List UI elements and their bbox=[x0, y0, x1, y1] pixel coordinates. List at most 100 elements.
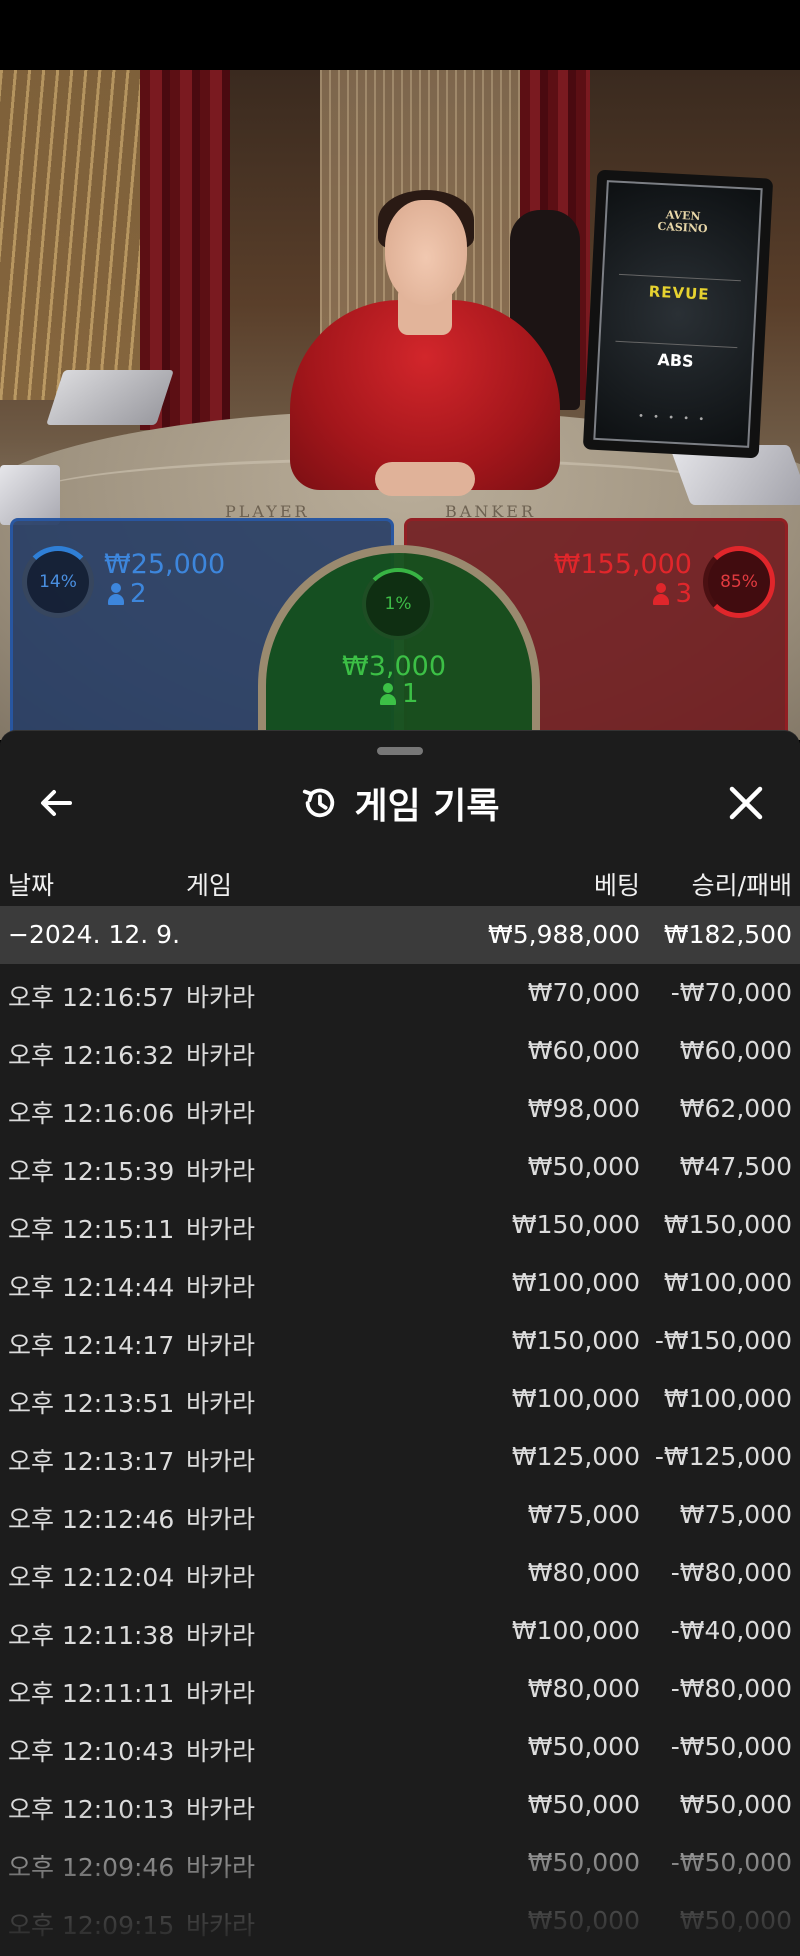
banker-count-value: 3 bbox=[675, 579, 692, 609]
history-row[interactable]: 오후 12:12:46 바카라 ₩75,000 ₩75,000 bbox=[0, 1486, 800, 1544]
history-row[interactable]: 오후 12:14:44 바카라 ₩100,000 ₩100,000 bbox=[0, 1254, 800, 1312]
sheet-drag-handle[interactable] bbox=[377, 747, 423, 755]
row-bet: ₩50,000 bbox=[527, 1790, 640, 1819]
history-list[interactable]: −2024. 12. 9. ₩5,988,000 ₩182,500 오후 12:… bbox=[0, 906, 800, 1950]
row-bet: ₩150,000 bbox=[511, 1210, 640, 1239]
sheet-header: 게임 기록 bbox=[0, 775, 800, 831]
row-bet: ₩80,000 bbox=[527, 1674, 640, 1703]
row-result: -₩50,000 bbox=[670, 1732, 792, 1761]
table-monitor: AVEN CASINO REVUE ABS • • • • • bbox=[582, 169, 774, 459]
row-result: -₩50,000 bbox=[670, 1848, 792, 1877]
history-row[interactable]: 오후 12:16:57 바카라 ₩70,000 -₩70,000 bbox=[0, 964, 800, 1022]
player-percent-ring: 14% bbox=[22, 546, 94, 618]
history-row[interactable]: 오후 12:11:11 바카라 ₩80,000 -₩80,000 bbox=[0, 1660, 800, 1718]
row-game: 바카라 bbox=[186, 1737, 256, 1766]
history-row[interactable]: 오후 12:09:15 바카라 ₩50,000 ₩50,000 bbox=[0, 1892, 800, 1950]
history-row[interactable]: 오후 12:11:38 바카라 ₩100,000 -₩40,000 bbox=[0, 1602, 800, 1660]
tie-bettor-count: 1 bbox=[380, 680, 419, 708]
row-result: ₩100,000 bbox=[663, 1384, 792, 1413]
row-bet: ₩50,000 bbox=[527, 1152, 640, 1181]
history-row[interactable]: 오후 12:10:43 바카라 ₩50,000 -₩50,000 bbox=[0, 1718, 800, 1776]
row-bet: ₩100,000 bbox=[511, 1616, 640, 1645]
row-result: ₩47,500 bbox=[679, 1152, 792, 1181]
row-time: 오후 12:13:51 bbox=[8, 1389, 175, 1418]
group-date: −2024. 12. 9. bbox=[8, 920, 181, 949]
person-icon bbox=[380, 683, 396, 705]
row-result: ₩75,000 bbox=[679, 1500, 792, 1529]
row-bet: ₩100,000 bbox=[511, 1384, 640, 1413]
row-game: 바카라 bbox=[186, 1679, 256, 1708]
group-result-total: ₩182,500 bbox=[663, 920, 792, 949]
person-icon bbox=[108, 583, 124, 605]
row-result: ₩60,000 bbox=[679, 1036, 792, 1065]
row-bet: ₩70,000 bbox=[527, 978, 640, 1007]
row-game: 바카라 bbox=[186, 1853, 256, 1882]
close-icon[interactable] bbox=[724, 781, 768, 825]
row-bet: ₩60,000 bbox=[527, 1036, 640, 1065]
history-row[interactable]: 오후 12:14:17 바카라 ₩150,000 -₩150,000 bbox=[0, 1312, 800, 1370]
row-result: -₩40,000 bbox=[670, 1616, 792, 1645]
column-date: 날짜 bbox=[8, 871, 55, 900]
row-bet: ₩50,000 bbox=[527, 1732, 640, 1761]
row-time: 오후 12:12:04 bbox=[8, 1563, 175, 1592]
row-result: -₩80,000 bbox=[670, 1558, 792, 1587]
row-time: 오후 12:15:39 bbox=[8, 1157, 175, 1186]
revue-logo: REVUE bbox=[617, 273, 741, 311]
game-history-sheet: 게임 기록 날짜 게임 베팅 승리/패배 −2024. 12. 9. ₩5,98… bbox=[0, 730, 800, 1956]
history-column-headers: 날짜 게임 베팅 승리/패배 bbox=[0, 856, 800, 906]
row-result: ₩62,000 bbox=[679, 1094, 792, 1123]
sheet-title: 게임 기록 bbox=[354, 786, 500, 827]
history-icon bbox=[303, 788, 335, 818]
row-time: 오후 12:12:46 bbox=[8, 1505, 175, 1534]
row-bet: ₩80,000 bbox=[527, 1558, 640, 1587]
column-bet: 베팅 bbox=[593, 871, 640, 900]
row-game: 바카라 bbox=[186, 1157, 256, 1186]
row-time: 오후 12:14:44 bbox=[8, 1273, 175, 1302]
column-result: 승리/패배 bbox=[691, 871, 792, 900]
card-holder bbox=[0, 465, 60, 525]
row-game: 바카라 bbox=[186, 1447, 256, 1476]
bead-curtain bbox=[0, 70, 140, 400]
row-result: -₩80,000 bbox=[670, 1674, 792, 1703]
player-bet-amount: ₩25,000 bbox=[104, 549, 226, 580]
history-row[interactable]: 오후 12:15:11 바카라 ₩150,000 ₩150,000 bbox=[0, 1196, 800, 1254]
dealer-hands bbox=[375, 462, 475, 496]
tie-percent: 1% bbox=[384, 594, 412, 614]
history-row[interactable]: 오후 12:10:13 바카라 ₩50,000 ₩50,000 bbox=[0, 1776, 800, 1834]
row-result: -₩150,000 bbox=[654, 1326, 792, 1355]
history-row[interactable]: 오후 12:16:32 바카라 ₩60,000 ₩60,000 bbox=[0, 1022, 800, 1080]
row-result: -₩70,000 bbox=[670, 978, 792, 1007]
history-row[interactable]: 오후 12:13:51 바카라 ₩100,000 ₩100,000 bbox=[0, 1370, 800, 1428]
row-game: 바카라 bbox=[186, 1099, 256, 1128]
history-row[interactable]: 오후 12:16:06 바카라 ₩98,000 ₩62,000 bbox=[0, 1080, 800, 1138]
aven-casino-logo: AVEN CASINO bbox=[657, 208, 708, 236]
history-row[interactable]: 오후 12:13:17 바카라 ₩125,000 -₩125,000 bbox=[0, 1428, 800, 1486]
row-result: ₩50,000 bbox=[679, 1906, 792, 1935]
row-time: 오후 12:11:11 bbox=[8, 1679, 175, 1708]
row-time: 오후 12:09:15 bbox=[8, 1911, 175, 1940]
dealer-head bbox=[385, 200, 467, 305]
row-time: 오후 12:16:57 bbox=[8, 983, 175, 1012]
row-game: 바카라 bbox=[186, 1389, 256, 1418]
row-game: 바카라 bbox=[186, 1795, 256, 1824]
row-result: ₩100,000 bbox=[663, 1268, 792, 1297]
row-result: -₩125,000 bbox=[654, 1442, 792, 1471]
banker-percent-ring: 85% bbox=[703, 546, 775, 618]
history-row[interactable]: 오후 12:15:39 바카라 ₩50,000 ₩47,500 bbox=[0, 1138, 800, 1196]
banker-bettor-count: 3 bbox=[653, 580, 692, 608]
player-bettor-count: 2 bbox=[108, 580, 147, 608]
row-bet: ₩50,000 bbox=[527, 1848, 640, 1877]
banker-bet-amount: ₩155,000 bbox=[553, 549, 692, 580]
banker-percent: 85% bbox=[720, 572, 758, 592]
history-row[interactable]: 오후 12:09:46 바카라 ₩50,000 -₩50,000 bbox=[0, 1834, 800, 1892]
date-group-row[interactable]: −2024. 12. 9. ₩5,988,000 ₩182,500 bbox=[0, 906, 800, 964]
row-game: 바카라 bbox=[186, 1505, 256, 1534]
page-dots: • • • • • bbox=[637, 410, 708, 426]
row-game: 바카라 bbox=[186, 1911, 256, 1940]
tie-percent-ring: 1% bbox=[362, 568, 434, 640]
player-percent: 14% bbox=[39, 572, 77, 592]
row-game: 바카라 bbox=[186, 1331, 256, 1360]
row-game: 바카라 bbox=[186, 1273, 256, 1302]
history-row[interactable]: 오후 12:12:04 바카라 ₩80,000 -₩80,000 bbox=[0, 1544, 800, 1602]
tie-count-value: 1 bbox=[402, 679, 419, 709]
